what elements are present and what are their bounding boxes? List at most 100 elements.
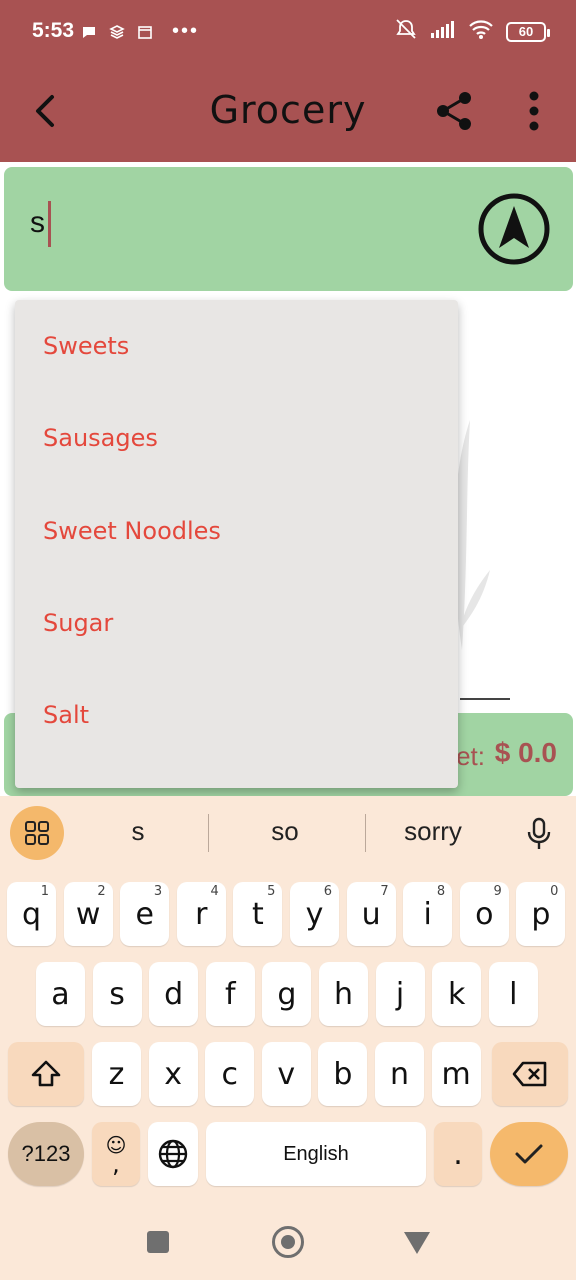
backspace-key[interactable] [492, 1042, 568, 1106]
key-t[interactable]: t5 [233, 882, 283, 946]
page-title: Grocery [209, 88, 367, 132]
key-label: b [333, 1056, 353, 1092]
key-label: n [389, 1056, 409, 1092]
key-a[interactable]: a [36, 962, 85, 1026]
budget-value: $ 0.0 [494, 737, 557, 768]
key-number-hint: 3 [153, 884, 163, 899]
status-time: 5:53 [32, 19, 75, 42]
key-label: j [395, 976, 405, 1012]
key-label: i [423, 896, 432, 932]
keyboard-menu-button[interactable] [10, 806, 64, 860]
status-system-icons: 60 [394, 18, 550, 45]
key-h[interactable]: h [319, 962, 368, 1026]
more-vert-icon [529, 91, 539, 131]
key-label: o [475, 896, 494, 932]
budget-label: et: [456, 741, 485, 771]
key-label: r [195, 896, 208, 932]
shift-key[interactable] [8, 1042, 84, 1106]
key-v[interactable]: v [261, 1042, 311, 1106]
system-back-button[interactable] [404, 1232, 430, 1254]
key-c[interactable]: c [205, 1042, 255, 1106]
key-label: l [509, 976, 518, 1012]
key-q[interactable]: q1 [7, 882, 56, 946]
share-button[interactable] [432, 86, 476, 136]
suggestion-item[interactable]: Sweet Noodles [15, 485, 458, 577]
word-suggestion[interactable]: so [215, 816, 355, 847]
key-w[interactable]: w2 [63, 882, 113, 946]
emoji-comma-key[interactable]: ☺ , [92, 1122, 140, 1186]
key-u[interactable]: u7 [346, 882, 396, 946]
enter-key[interactable] [490, 1122, 568, 1186]
navigation-arrow-icon [478, 193, 550, 265]
item-search-field[interactable]: s [4, 167, 573, 291]
key-y[interactable]: y6 [290, 882, 339, 946]
key-b[interactable]: b [318, 1042, 368, 1106]
key-z[interactable]: z [92, 1042, 141, 1106]
key-k[interactable]: k [432, 962, 482, 1026]
key-number-hint: 8 [436, 884, 446, 899]
key-label: x [164, 1056, 182, 1092]
search-input-value: s [30, 205, 45, 239]
search-input[interactable]: s [30, 201, 51, 247]
suggestion-item[interactable]: Salt [15, 669, 458, 761]
app-bar: Grocery [0, 62, 576, 162]
battery-indicator: 60 [506, 21, 550, 42]
key-j[interactable]: j [375, 962, 425, 1026]
key-label: a [51, 976, 70, 1012]
key-number-hint: 0 [550, 884, 559, 899]
layers-icon [108, 23, 126, 41]
on-screen-keyboard: s so sorry ?123 ☺ , English . q1w2e3r4t5… [0, 796, 576, 1200]
key-d[interactable]: d [149, 962, 199, 1026]
key-number-hint: 7 [380, 884, 389, 899]
key-label: y [305, 896, 324, 932]
system-navigation-bar [0, 1200, 576, 1280]
key-m[interactable]: m [431, 1042, 481, 1106]
home-button[interactable] [272, 1226, 304, 1258]
key-s[interactable]: s [92, 962, 142, 1026]
key-l[interactable]: l [488, 962, 538, 1026]
globe-icon [158, 1139, 188, 1169]
suggestion-divider [208, 814, 209, 852]
key-x[interactable]: x [148, 1042, 198, 1106]
suggestion-item[interactable]: Sweets [15, 300, 458, 392]
key-number-hint: 4 [210, 884, 219, 899]
suggestions-dropdown: Sweets Sausages Sweet Noodles Sugar Salt [15, 300, 458, 788]
key-p[interactable]: p0 [516, 882, 566, 946]
key-label: p [531, 896, 551, 932]
key-label: z [108, 1056, 125, 1092]
key-label: m [441, 1056, 471, 1092]
key-label: t [252, 896, 264, 932]
key-number-hint: 2 [97, 884, 106, 899]
share-icon [437, 92, 471, 130]
key-number-hint: 5 [267, 884, 276, 899]
key-label: q [21, 896, 42, 932]
top-bar: 5:53 ••• 60 Grocery [0, 0, 576, 162]
more-options-button[interactable] [516, 86, 552, 136]
key-n[interactable]: n [375, 1042, 424, 1106]
word-suggestion[interactable]: sorry [363, 816, 503, 847]
key-r[interactable]: r4 [176, 882, 226, 946]
space-bar[interactable]: English [206, 1122, 426, 1186]
key-g[interactable]: g [262, 962, 312, 1026]
key-label: c [221, 1056, 238, 1092]
status-notification-icons: ••• [80, 20, 199, 43]
checkmark-icon [515, 1144, 543, 1164]
voice-input-button[interactable] [520, 810, 558, 858]
key-i[interactable]: i8 [403, 882, 453, 946]
key-o[interactable]: o9 [459, 882, 509, 946]
comma-label: , [112, 1150, 120, 1178]
key-e[interactable]: e3 [120, 882, 170, 946]
suggestion-item[interactable]: Sugar [15, 577, 458, 669]
key-f[interactable]: f [205, 962, 255, 1026]
key-number-hint: 6 [323, 884, 332, 899]
more-notifications-dots: ••• [172, 20, 200, 42]
navigate-button[interactable] [477, 192, 551, 266]
period-key[interactable]: . [434, 1122, 482, 1186]
symbols-key[interactable]: ?123 [8, 1122, 84, 1186]
language-key[interactable] [148, 1122, 198, 1186]
word-suggestion[interactable]: s [68, 816, 208, 847]
key-label: w [75, 896, 101, 932]
recent-apps-button[interactable] [147, 1231, 169, 1253]
suggestion-item[interactable]: Sausages [15, 392, 458, 484]
signal-icon [430, 19, 456, 44]
